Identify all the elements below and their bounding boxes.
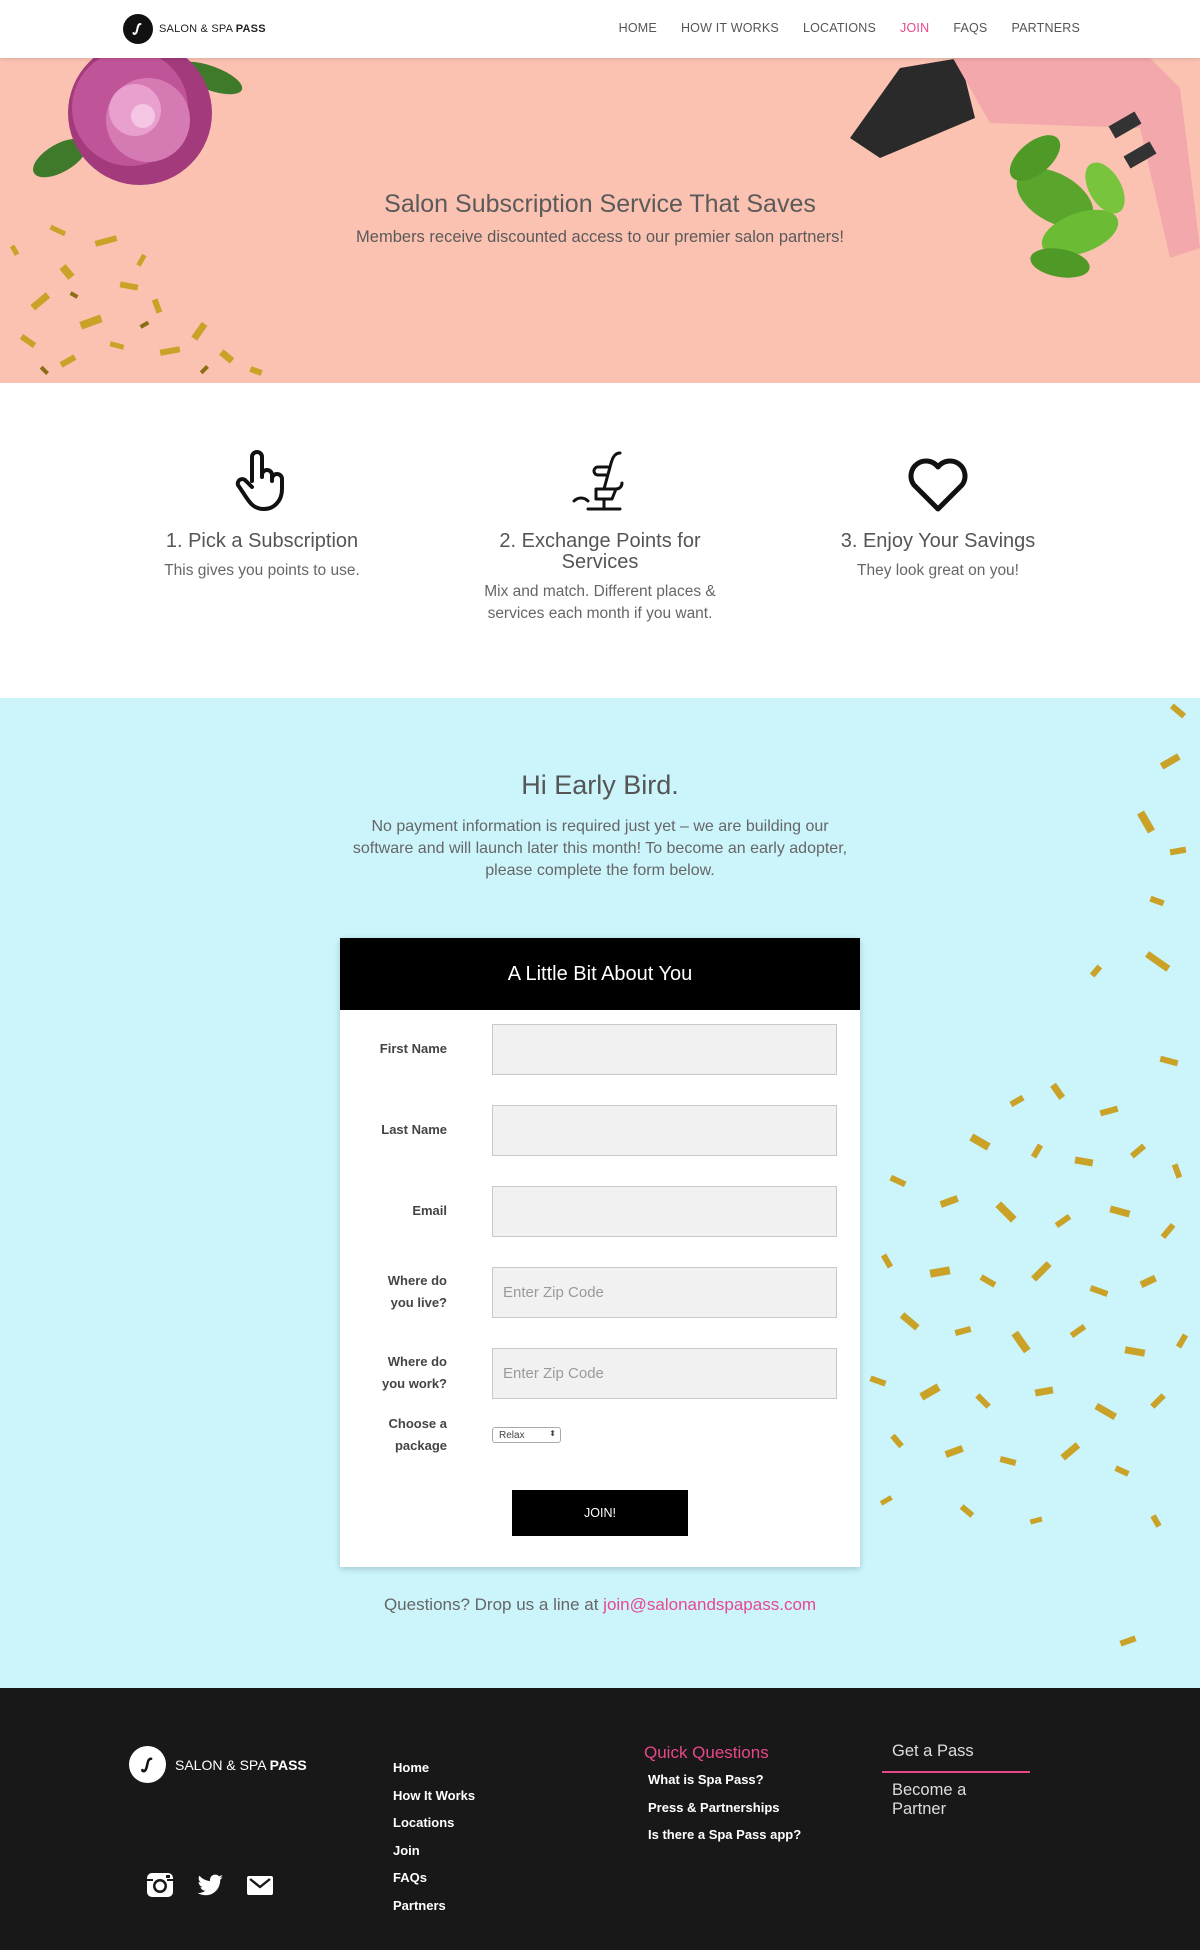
step-3-text: They look great on you!: [857, 562, 1019, 579]
logo-mark-icon: [129, 1746, 166, 1783]
nav-link-how-it-works[interactable]: HOW IT WORKS: [681, 21, 779, 35]
last-name-label: Last Name: [381, 1122, 447, 1137]
hero-banner: Salon Subscription Service That Saves Me…: [0, 58, 1200, 383]
footer-link-locations[interactable]: Locations: [393, 1809, 475, 1837]
twitter-icon[interactable]: [195, 1870, 225, 1900]
nav-link-home[interactable]: HOME: [619, 21, 657, 35]
step-1-text: This gives you points to use.: [164, 562, 360, 579]
instagram-icon[interactable]: [145, 1870, 175, 1900]
nav-link-partners[interactable]: PARTNERS: [1011, 21, 1080, 35]
site-footer: SALON & SPA PASS Home How It Works Locat…: [0, 1688, 1200, 1950]
footer-logo[interactable]: SALON & SPA PASS: [129, 1746, 307, 1783]
footer-link-how-it-works[interactable]: How It Works: [393, 1782, 475, 1810]
social-links: [145, 1870, 275, 1900]
nav-link-locations[interactable]: LOCATIONS: [803, 21, 876, 35]
step-exchange-points: 2. Exchange Points for Services Mix and …: [460, 443, 740, 625]
footer-cta: Get a Pass Become a Partner: [882, 1742, 1030, 1819]
form-title: A Little Bit About You: [340, 938, 860, 1010]
logo-mark-icon: [123, 14, 153, 44]
first-name-input[interactable]: [492, 1024, 837, 1075]
faq-link-what-is-spa-pass[interactable]: What is Spa Pass?: [644, 1766, 801, 1794]
how-it-works-steps: 1. Pick a Subscription This gives you po…: [0, 383, 1200, 698]
mail-icon[interactable]: [245, 1870, 275, 1900]
step-enjoy-savings: 3. Enjoy Your Savings They look great on…: [798, 443, 1078, 582]
heart-icon: [908, 458, 968, 512]
signup-intro: No payment information is required just …: [352, 818, 848, 879]
hair-dryer-image: [850, 58, 1200, 278]
faq-link-app[interactable]: Is there a Spa Pass app?: [644, 1821, 801, 1849]
site-logo[interactable]: SALON & SPA PASS: [123, 14, 266, 44]
footer-link-join[interactable]: Join: [393, 1837, 475, 1865]
contact-line: Questions? Drop us a line at join@salona…: [383, 1595, 817, 1614]
pointing-hand-icon: [235, 450, 284, 511]
quick-questions-title: Quick Questions: [644, 1743, 769, 1762]
contact-email-link[interactable]: join@salonandspapass.com: [603, 1595, 816, 1614]
signup-title: Hi Early Bird.: [521, 770, 679, 800]
package-label: Choose a package: [388, 1416, 447, 1453]
step-pick-subscription: 1. Pick a Subscription This gives you po…: [122, 443, 402, 582]
home-zip-label: Where do you live?: [387, 1273, 447, 1310]
footer-link-partners[interactable]: Partners: [393, 1892, 475, 1920]
become-a-partner-link[interactable]: Become a Partner: [882, 1773, 1030, 1819]
work-zip-input[interactable]: [492, 1348, 837, 1399]
salon-chair-icon: [572, 451, 624, 511]
nav-link-faqs[interactable]: FAQS: [953, 21, 987, 35]
email-input[interactable]: [492, 1186, 837, 1237]
hero-title: Salon Subscription Service That Saves: [384, 190, 816, 218]
footer-link-faqs[interactable]: FAQs: [393, 1864, 475, 1892]
footer-quick-questions: Quick Questions What is Spa Pass? Press …: [644, 1743, 801, 1849]
footer-link-home[interactable]: Home: [393, 1754, 475, 1782]
step-1-title: 1. Pick a Subscription: [165, 530, 359, 552]
work-zip-label: Where do you work?: [381, 1354, 447, 1391]
home-zip-input[interactable]: [492, 1267, 837, 1318]
footer-nav: Home How It Works Locations Join FAQs Pa…: [393, 1754, 475, 1919]
hero-subtitle: Members receive discounted access to our…: [356, 228, 844, 246]
select-arrows-icon: ⬍: [549, 1429, 556, 1438]
join-button[interactable]: JOIN!: [512, 1490, 688, 1536]
step-3-title: 3. Enjoy Your Savings: [840, 530, 1036, 552]
step-2-text: Mix and match. Different places & servic…: [484, 583, 716, 622]
peony-flower-image: [33, 58, 243, 185]
early-bird-signup: Hi Early Bird. No payment information is…: [0, 698, 1200, 1688]
email-label: Email: [412, 1203, 447, 1218]
signup-form: A Little Bit About You First Name Last N…: [340, 938, 860, 1567]
gold-confetti-image: [869, 703, 1189, 1647]
nav-link-join[interactable]: JOIN: [900, 21, 929, 35]
logo-text: SALON & SPA PASS: [159, 23, 266, 35]
footer-logo-text: SALON & SPA PASS: [175, 1756, 307, 1773]
step-2-title: 2. Exchange Points for Services: [499, 530, 701, 573]
package-select[interactable]: Relax ⬍: [492, 1427, 561, 1443]
faq-link-press[interactable]: Press & Partnerships: [644, 1794, 801, 1822]
first-name-label: First Name: [379, 1041, 447, 1056]
top-nav: SALON & SPA PASS HOME HOW IT WORKS LOCAT…: [0, 0, 1200, 58]
last-name-input[interactable]: [492, 1105, 837, 1156]
nav-links: HOME HOW IT WORKS LOCATIONS JOIN FAQS PA…: [619, 21, 1080, 35]
get-a-pass-link[interactable]: Get a Pass: [882, 1742, 1030, 1773]
